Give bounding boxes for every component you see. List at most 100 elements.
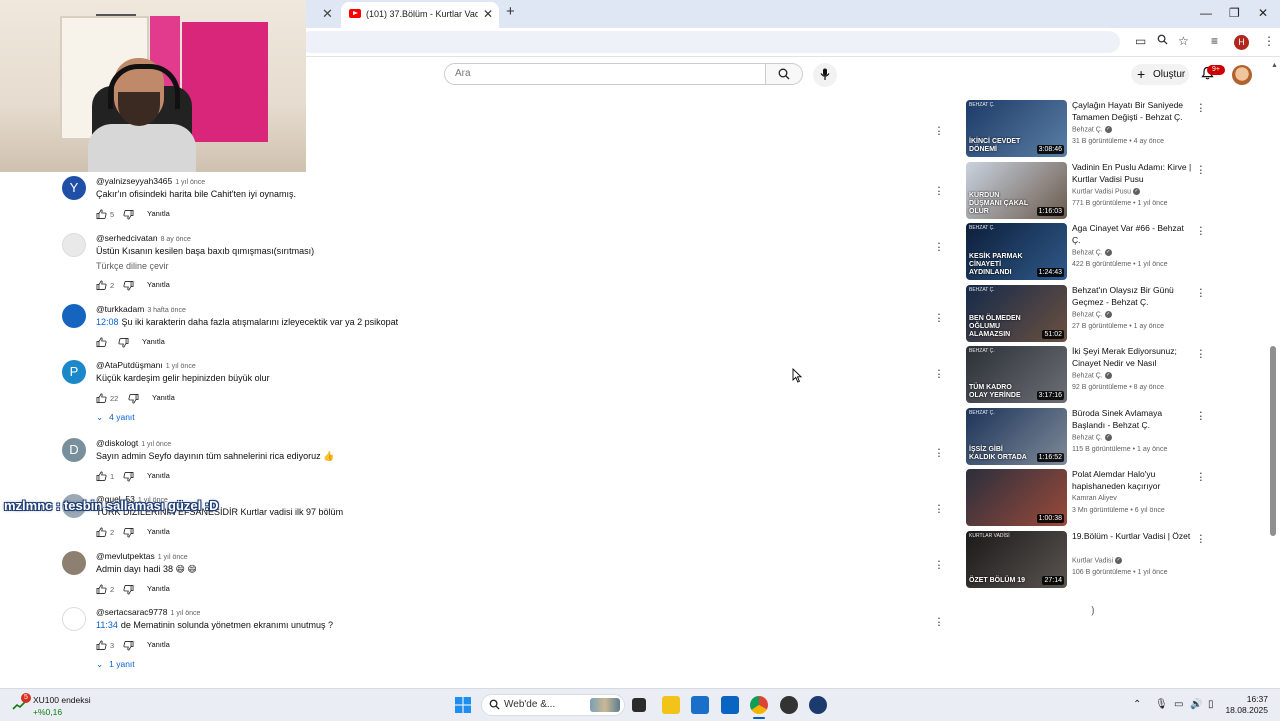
view-replies-button[interactable]: ⌄ 1 yanıt xyxy=(96,659,135,670)
like-button[interactable] xyxy=(96,280,107,290)
more-actions-icon[interactable]: • • • xyxy=(937,242,941,254)
channel-name[interactable]: Behzat Ç. xyxy=(1072,434,1103,441)
like-button[interactable] xyxy=(96,337,107,347)
task-view-icon[interactable] xyxy=(632,698,646,712)
more-actions-icon[interactable]: • • • xyxy=(1200,411,1202,423)
like-button[interactable] xyxy=(96,393,107,403)
show-hidden-icons-chevron-icon[interactable]: ⌃ xyxy=(1133,699,1141,710)
dislike-button[interactable] xyxy=(123,281,134,291)
more-actions-icon[interactable]: • • • xyxy=(1200,534,1202,546)
comment-timestamp-link[interactable]: 12:08 xyxy=(96,317,119,327)
video-title[interactable]: Behzat'ın Olaysız Bir Günü Geçmez - Behz… xyxy=(1072,285,1194,308)
microphone-tray-icon[interactable]: 🎙 xyxy=(1155,699,1168,710)
commenter-avatar[interactable]: P xyxy=(62,360,86,384)
channel-name[interactable]: Kurtlar Vadisi Pusu xyxy=(1072,188,1131,195)
reply-button[interactable]: Yanıtla xyxy=(147,527,170,536)
more-actions-icon[interactable]: • • • xyxy=(1200,165,1202,177)
cast-icon[interactable]: ▭ xyxy=(1135,34,1146,48)
microsoft-store-icon[interactable] xyxy=(691,696,709,714)
comment-time[interactable]: 3 hafta önce xyxy=(147,307,186,314)
video-title[interactable]: Çaylağın Hayatı Bir Saniyede Tamamen Değ… xyxy=(1072,100,1194,123)
reply-button[interactable]: Yanıtla xyxy=(147,280,170,289)
display-tray-icon[interactable]: ▭ xyxy=(1174,699,1183,710)
dislike-button[interactable] xyxy=(123,210,134,220)
outlook-icon[interactable] xyxy=(721,696,739,714)
more-actions-icon[interactable]: • • • xyxy=(937,617,941,629)
more-actions-icon[interactable]: • • • xyxy=(937,560,941,572)
close-tab-icon[interactable]: ✕ xyxy=(322,6,333,22)
comment-author[interactable]: @turkkadam xyxy=(96,304,144,314)
browser-menu-icon[interactable]: ⋮ xyxy=(1263,34,1275,48)
video-thumbnail[interactable]: KURTLAR VADİSİ ÖZET BÖLÜM 19 27:14 xyxy=(966,531,1067,588)
widget-name[interactable]: XU100 endeksi xyxy=(33,695,91,705)
channel-name[interactable]: Kamran Aliyev xyxy=(1072,495,1117,502)
dislike-button[interactable] xyxy=(123,528,134,538)
commenter-avatar[interactable] xyxy=(62,233,86,257)
video-title[interactable]: Büroda Sinek Avlamaya Başlandı - Behzat … xyxy=(1072,408,1194,431)
create-button[interactable]: + Oluştur xyxy=(1131,64,1189,85)
commenter-avatar[interactable] xyxy=(62,304,86,328)
comment-time[interactable]: 1 yıl önce xyxy=(175,179,205,186)
comment-time[interactable]: 1 yıl önce xyxy=(170,610,200,617)
volume-icon[interactable]: 🔊 xyxy=(1190,699,1202,710)
channel-name[interactable]: Kurtlar Vadisi xyxy=(1072,557,1113,564)
reading-list-icon[interactable]: ≡ xyxy=(1211,34,1218,48)
dislike-button[interactable] xyxy=(123,585,134,595)
dislike-button[interactable] xyxy=(118,338,129,348)
more-actions-icon[interactable]: • • • xyxy=(1200,349,1202,361)
like-button[interactable] xyxy=(96,640,107,650)
reply-button[interactable]: Yanıtla xyxy=(147,471,170,480)
commenter-avatar[interactable]: D xyxy=(62,438,86,462)
more-actions-icon[interactable]: • • • xyxy=(1200,226,1202,238)
video-thumbnail[interactable]: KURDUN DÜŞMANI ÇAKAL OLUR 1:16:03 xyxy=(966,162,1067,219)
channel-name[interactable]: Behzat Ç. xyxy=(1072,311,1103,318)
video-thumbnail[interactable]: BEHZAT Ç. İKİNCİ CEVDET DÖNEMİ 3:08:46 xyxy=(966,100,1067,157)
comment-time[interactable]: 1 yıl önce xyxy=(141,441,171,448)
related-video-item[interactable]: KURDUN DÜŞMANI ÇAKAL OLUR 1:16:03 Vadinin … xyxy=(966,162,1211,220)
video-title[interactable]: Polat Alemdar Halo'yu hapishaneden kaçır… xyxy=(1072,469,1194,492)
more-actions-icon[interactable]: • • • xyxy=(1200,103,1202,115)
like-button[interactable] xyxy=(96,209,107,219)
comment-timestamp-link[interactable]: 11:34 xyxy=(96,620,118,630)
commenter-avatar[interactable]: Y xyxy=(62,176,86,200)
close-window-icon[interactable]: ✕ xyxy=(1258,6,1268,20)
more-actions-icon[interactable]: • • • xyxy=(1200,288,1202,300)
steam-icon[interactable] xyxy=(809,696,827,714)
url-field[interactable] xyxy=(300,31,1120,53)
video-title[interactable]: 19.Bölüm - Kurtlar Vadisi | Özet xyxy=(1072,531,1194,543)
more-actions-icon[interactable]: • • • xyxy=(937,313,941,325)
search-button[interactable] xyxy=(766,63,803,85)
view-replies-button[interactable]: ⌄ 4 yanıt xyxy=(96,412,135,423)
like-button[interactable] xyxy=(96,527,107,537)
chrome-icon[interactable] xyxy=(750,696,768,714)
comment-author[interactable]: @AtaPutdüşmanı xyxy=(96,360,163,370)
comment-author[interactable]: @yalnizseyyah3465 xyxy=(96,176,172,186)
comment-author[interactable]: @sertacsarac9778 xyxy=(96,607,167,617)
system-clock[interactable]: 16:37 18.08.2025 xyxy=(1224,694,1268,716)
more-actions-icon[interactable]: • • • xyxy=(937,504,941,516)
like-button[interactable] xyxy=(96,584,107,594)
related-video-item[interactable]: BEHZAT Ç. BEN ÖLMEDEN OĞLUMU ALAMAZSIN 51:… xyxy=(966,285,1211,343)
windows-start-icon[interactable] xyxy=(455,697,471,713)
dislike-button[interactable] xyxy=(128,394,139,404)
video-thumbnail[interactable]: BEHZAT Ç. İŞSİZ GİBİ KALDIK ORTADA 1:16:52 xyxy=(966,408,1067,465)
file-explorer-icon[interactable] xyxy=(662,696,680,714)
video-thumbnail[interactable]: BEHZAT Ç. KESİK PARMAK CİNAYETİ AYDINLAND… xyxy=(966,223,1067,280)
battery-icon[interactable]: ▯ xyxy=(1208,699,1214,710)
video-thumbnail[interactable]: BEHZAT Ç. BEN ÖLMEDEN OĞLUMU ALAMAZSIN 51:… xyxy=(966,285,1067,342)
more-actions-icon[interactable]: • • • xyxy=(1200,472,1202,484)
video-thumbnail[interactable]: BEHZAT Ç. TÜM KADRO OLAY YERİNDE 3:17:16 xyxy=(966,346,1067,403)
comment-author[interactable]: @diskologt xyxy=(96,438,138,448)
voice-search-button[interactable] xyxy=(813,63,837,87)
page-scrollbar-thumb[interactable] xyxy=(1270,346,1276,536)
minimize-window-icon[interactable]: — xyxy=(1200,6,1212,20)
channel-name[interactable]: Behzat Ç. xyxy=(1072,126,1103,133)
related-video-item[interactable]: BEHZAT Ç. İŞSİZ GİBİ KALDIK ORTADA 1:16:52… xyxy=(966,408,1211,466)
reply-button[interactable]: Yanıtla xyxy=(147,584,170,593)
more-actions-icon[interactable]: • • • xyxy=(937,448,941,460)
video-title[interactable]: İki Şeyi Merak Ediyorsunuz; Cinayet Nedi… xyxy=(1072,346,1194,369)
related-video-item[interactable]: BEHZAT Ç. KESİK PARMAK CİNAYETİ AYDINLAND… xyxy=(966,223,1211,281)
obs-icon[interactable] xyxy=(780,696,798,714)
new-tab-button[interactable]: + xyxy=(506,3,515,20)
more-actions-icon[interactable]: • • • xyxy=(937,369,941,381)
